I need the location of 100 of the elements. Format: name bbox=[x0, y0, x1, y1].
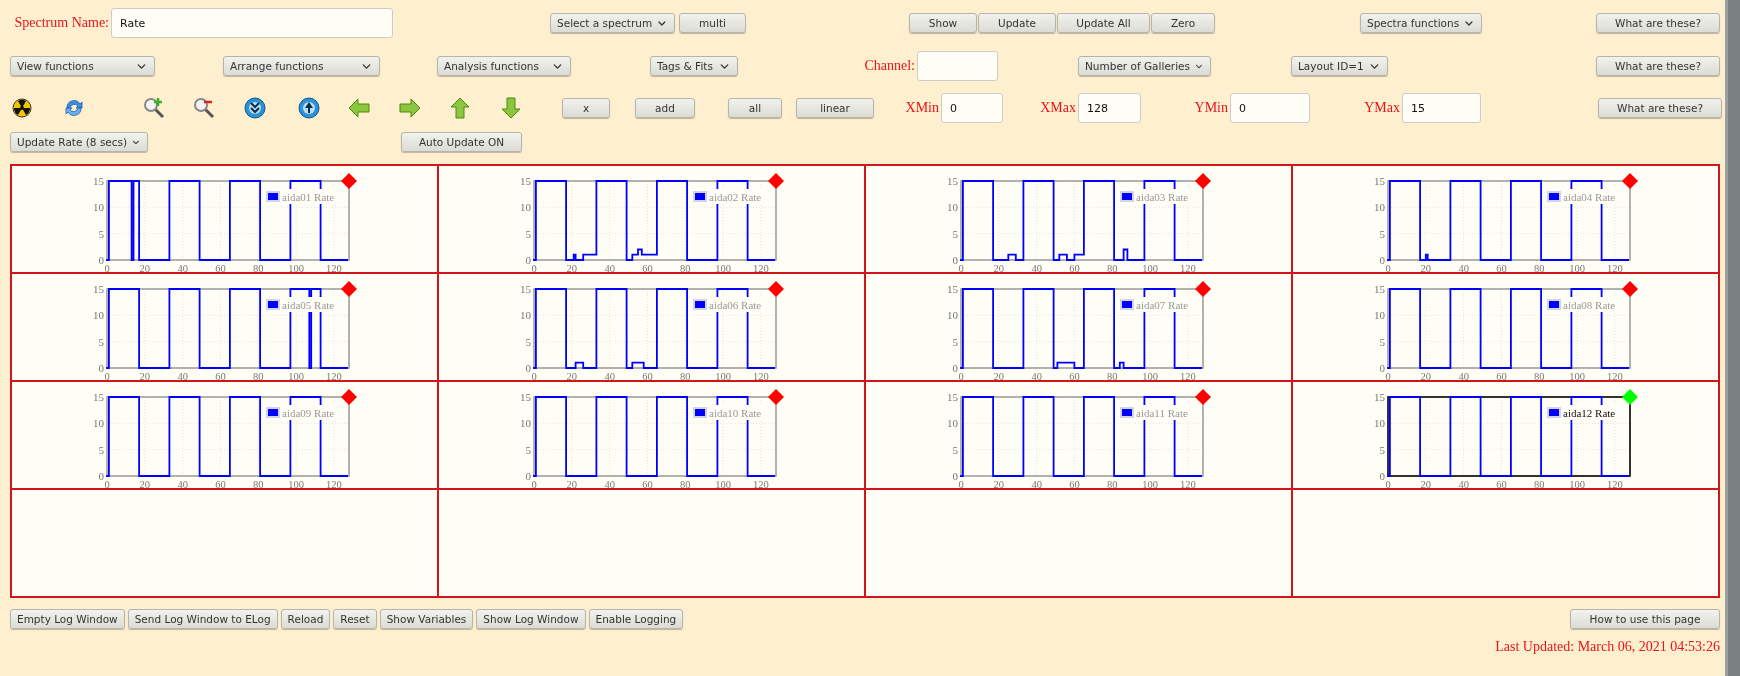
tick-label: 60 bbox=[215, 478, 226, 488]
diamond-icon[interactable] bbox=[768, 173, 784, 189]
text-field[interactable]: 0 bbox=[941, 93, 1003, 123]
field-label: YMax bbox=[1364, 100, 1400, 116]
dropdown-button[interactable]: Select a spectrum bbox=[550, 13, 675, 33]
down-arrow-circle-icon[interactable] bbox=[244, 97, 266, 119]
button[interactable]: Reload bbox=[280, 609, 331, 629]
diamond-icon[interactable] bbox=[1622, 173, 1638, 189]
tick-label: 5 bbox=[952, 443, 958, 456]
tick-label: 20 bbox=[139, 478, 151, 488]
button[interactable]: all bbox=[728, 98, 782, 118]
button[interactable]: Send Log Window to ELog bbox=[127, 609, 278, 629]
text-field[interactable]: 15 bbox=[1402, 93, 1481, 123]
diamond-icon[interactable] bbox=[1622, 281, 1638, 297]
text-field[interactable]: 128 bbox=[1078, 93, 1141, 123]
button[interactable]: Show bbox=[909, 13, 977, 33]
button[interactable]: Update All bbox=[1057, 13, 1150, 33]
tick-label: 20 bbox=[566, 370, 578, 380]
tick-label: 20 bbox=[566, 262, 578, 272]
button[interactable]: Enable Logging bbox=[588, 609, 684, 629]
tick-label: 5 bbox=[98, 335, 104, 348]
tick-label: 40 bbox=[1458, 370, 1469, 380]
help-button[interactable]: How to use this page bbox=[1570, 609, 1720, 629]
dropdown-button[interactable]: Update Rate (8 secs) bbox=[10, 132, 148, 152]
diamond-icon[interactable] bbox=[341, 173, 357, 189]
diamond-icon[interactable] bbox=[341, 389, 357, 405]
tick-label: 20 bbox=[139, 262, 151, 272]
tick-label: 0 bbox=[104, 262, 110, 272]
tick-label: 120 bbox=[753, 370, 769, 380]
tick-label: 100 bbox=[715, 370, 731, 380]
legend-swatch bbox=[266, 191, 280, 202]
tick-label: 80 bbox=[680, 370, 691, 380]
tick-label: 5 bbox=[525, 443, 531, 456]
diamond-icon[interactable] bbox=[768, 389, 784, 405]
text-field[interactable]: Rate bbox=[111, 8, 393, 38]
button[interactable]: Show Variables bbox=[379, 609, 474, 629]
tick-label: 0 bbox=[98, 362, 104, 374]
diamond-icon[interactable] bbox=[341, 281, 357, 297]
tick-label: 60 bbox=[1496, 478, 1507, 488]
zoom-in-icon[interactable] bbox=[142, 96, 166, 120]
tick-label: 0 bbox=[958, 262, 964, 272]
tick-label: 0 bbox=[952, 254, 958, 266]
button[interactable]: Empty Log Window bbox=[10, 609, 125, 629]
text-field[interactable] bbox=[917, 51, 998, 81]
field-label: YMin bbox=[1194, 100, 1228, 116]
button[interactable]: Auto Update ON bbox=[401, 132, 522, 152]
tick-label: 10 bbox=[1374, 201, 1385, 214]
zoom-out-icon[interactable] bbox=[192, 96, 216, 120]
diamond-icon[interactable] bbox=[1195, 281, 1211, 297]
tick-label: 100 bbox=[1569, 370, 1585, 380]
tick-label: 15 bbox=[93, 175, 104, 187]
tick-label: 20 bbox=[993, 478, 1005, 488]
legend-swatch bbox=[693, 299, 707, 310]
tick-label: 10 bbox=[1374, 417, 1385, 430]
tick-label: 40 bbox=[604, 262, 615, 272]
diamond-icon[interactable] bbox=[768, 281, 784, 297]
tick-label: 0 bbox=[104, 478, 110, 488]
button[interactable]: x bbox=[562, 98, 610, 118]
button[interactable]: linear bbox=[796, 98, 874, 118]
button[interactable]: multi bbox=[679, 13, 746, 33]
tick-label: 10 bbox=[93, 201, 104, 214]
refresh-icon[interactable] bbox=[63, 97, 85, 119]
down-arrow-icon[interactable] bbox=[499, 96, 523, 120]
tick-label: 15 bbox=[93, 283, 104, 295]
tick-label: 0 bbox=[525, 362, 531, 374]
dropdown-button[interactable]: Analysis functions bbox=[437, 56, 571, 76]
tick-label: 80 bbox=[680, 478, 691, 488]
up-arrow-circle-icon[interactable] bbox=[298, 97, 320, 119]
up-arrow-icon[interactable] bbox=[448, 96, 472, 120]
dropdown-button[interactable]: Number of Galleries bbox=[1078, 56, 1211, 76]
field-label: XMax bbox=[1040, 100, 1076, 116]
dropdown-button[interactable]: Spectra functions bbox=[1360, 13, 1482, 33]
button[interactable]: What are these? bbox=[1598, 98, 1722, 118]
button[interactable]: add bbox=[635, 98, 695, 118]
legend-swatch bbox=[1547, 299, 1561, 310]
button[interactable]: Reset bbox=[333, 609, 377, 629]
tick-label: 15 bbox=[520, 175, 531, 187]
button[interactable]: Update bbox=[978, 13, 1056, 33]
text-field[interactable]: 0 bbox=[1230, 93, 1310, 123]
diamond-icon[interactable] bbox=[1195, 173, 1211, 189]
diamond-icon[interactable] bbox=[1195, 389, 1211, 405]
tick-label: 100 bbox=[1142, 478, 1158, 488]
tick-label: 100 bbox=[1142, 370, 1158, 380]
tick-label: 60 bbox=[1496, 262, 1507, 272]
button[interactable]: Zero bbox=[1151, 13, 1215, 33]
button[interactable]: Show Log Window bbox=[476, 609, 586, 629]
button[interactable]: What are these? bbox=[1596, 13, 1720, 33]
dropdown-button[interactable]: Arrange functions bbox=[223, 56, 380, 76]
tick-label: 0 bbox=[531, 370, 537, 380]
tick-label: 100 bbox=[288, 262, 304, 272]
tick-label: 40 bbox=[1458, 478, 1469, 488]
tick-label: 0 bbox=[952, 470, 958, 482]
left-arrow-icon[interactable] bbox=[347, 96, 371, 120]
dropdown-button[interactable]: Layout ID=1 bbox=[1291, 56, 1388, 76]
tick-label: 15 bbox=[1374, 391, 1385, 403]
radiation-icon[interactable] bbox=[12, 98, 32, 118]
dropdown-button[interactable]: View functions bbox=[10, 56, 155, 76]
right-arrow-icon[interactable] bbox=[398, 96, 422, 120]
button[interactable]: What are these? bbox=[1596, 56, 1720, 76]
dropdown-button[interactable]: Tags & Fits bbox=[650, 56, 738, 76]
